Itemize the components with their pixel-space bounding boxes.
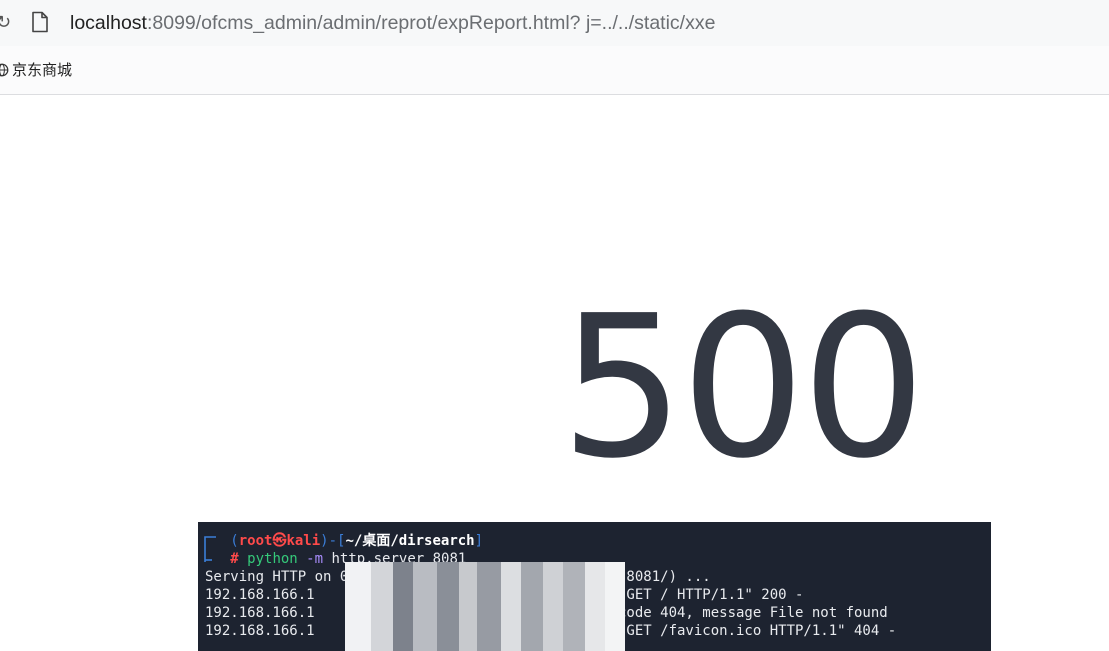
url-field[interactable]: localhost:8099/ofcms_admin/admin/reprot/…: [70, 11, 715, 35]
prompt-line: (root㉿kali)-[~/桌面/dirsearch]: [230, 533, 484, 549]
bookmark-label: 京东商城: [12, 61, 73, 79]
page-icon: [32, 11, 48, 33]
log-ip: 192.168.166.1: [205, 623, 315, 639]
bookmark-jd[interactable]: 京东商城: [0, 60, 72, 80]
log-text: "GET / HTTP/1.1" 200 -: [618, 587, 804, 603]
refresh-icon[interactable]: ↻: [0, 13, 12, 33]
blurred-redaction: [345, 562, 625, 651]
log-ip: 192.168.166.1: [205, 605, 315, 621]
url-host: localhost: [70, 12, 147, 34]
page: ↻ localhost:8099/ofcms_admin/admin/repro…: [0, 0, 1109, 651]
url-path: :8099/ofcms_admin/admin/reprot/expReport…: [146, 12, 716, 34]
globe-icon: [0, 63, 9, 77]
log-ip: 192.168.166.1: [205, 587, 315, 603]
error-code: 500: [560, 274, 926, 502]
bookmarks-bar: 京东商城: [0, 46, 1109, 95]
log-text: code 404, message File not found: [618, 605, 888, 621]
address-bar: ↻ localhost:8099/ofcms_admin/admin/repro…: [0, 0, 1109, 46]
log-text: "GET /favicon.ico HTTP/1.1" 404 -: [618, 623, 897, 639]
